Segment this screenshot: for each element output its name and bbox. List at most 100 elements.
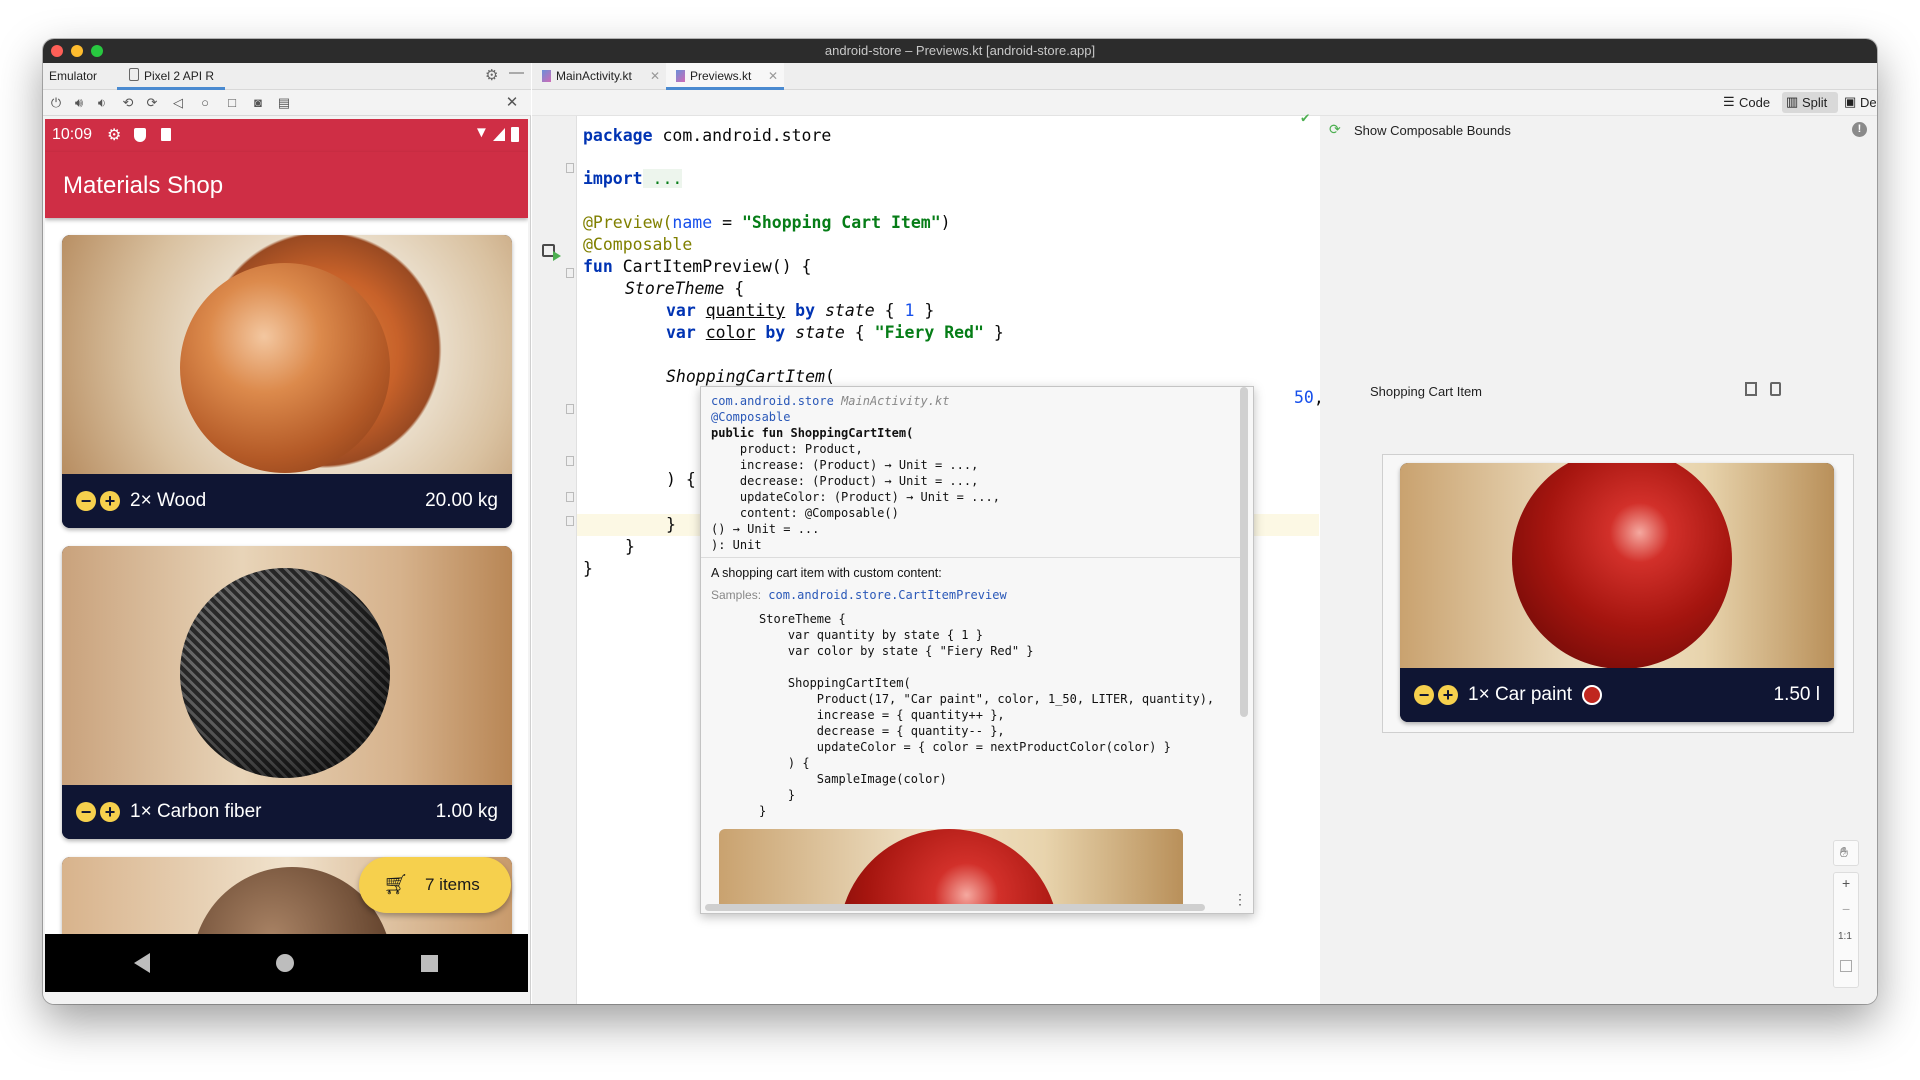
- overview-icon[interactable]: □: [223, 94, 241, 112]
- doc-description: A shopping cart item with custom content…: [711, 566, 942, 580]
- fold-marker[interactable]: [566, 404, 574, 414]
- tab-close-icon[interactable]: ✕: [768, 69, 778, 83]
- doc-sample-line: decrease = { quantity-- },: [759, 724, 1005, 738]
- zoom-to-fit-icon[interactable]: [1840, 960, 1852, 972]
- doc-sample-line: var color by state { "Fiery Red" }: [759, 644, 1034, 658]
- decrease-carbon-button[interactable]: −: [76, 802, 96, 822]
- code-line-fun: fun CartItemPreview() {: [583, 256, 812, 278]
- fold-marker[interactable]: [566, 163, 574, 173]
- folded-imports[interactable]: ...: [642, 169, 683, 188]
- pan-tool-button[interactable]: ✋︎: [1833, 840, 1859, 866]
- wood-item-weight: 20.00 kg: [425, 490, 498, 511]
- deploy-preview-icon[interactable]: [1770, 382, 1781, 396]
- rotate-left-icon[interactable]: ⟲: [119, 94, 137, 112]
- snapshot-icon[interactable]: ▤: [275, 94, 293, 112]
- car-paint-item-bar: − + 1× Car paint 1.50 l: [1400, 668, 1834, 722]
- minimize-window-button[interactable]: [71, 45, 83, 57]
- doc-samples-link[interactable]: com.android.store.CartItemPreview: [768, 588, 1006, 602]
- cart-item-wood: − + 2× Wood 20.00 kg: [62, 235, 512, 528]
- doc-signature-line: product: Product,: [711, 442, 863, 456]
- settings-gear-icon[interactable]: ⚙: [485, 66, 498, 84]
- wifi-icon: ▼: [474, 124, 489, 141]
- code-view-label: Code: [1739, 95, 1771, 110]
- increase-wood-button[interactable]: +: [100, 491, 120, 511]
- zoom-out-icon[interactable]: −: [1842, 901, 1850, 917]
- close-window-button[interactable]: [51, 45, 63, 57]
- keyword: fun: [583, 257, 613, 276]
- volume-up-icon[interactable]: 🔊︎: [70, 94, 88, 112]
- emulator-panel: Emulator Pixel 2 API R ⚙ — ⏻ 🔊︎ 🔉︎ ⟲ ⟳ ◁…: [43, 63, 531, 1004]
- doc-more-options-icon[interactable]: ⋮: [1233, 892, 1247, 908]
- camera-icon[interactable]: ◙: [249, 94, 267, 112]
- tab-mainactivity[interactable]: MainActivity.kt ✕: [532, 63, 666, 90]
- doc-signature-line: ): Unit: [711, 538, 762, 552]
- carbon-sphere: [180, 568, 390, 778]
- nav-home-icon[interactable]: [276, 954, 294, 972]
- home-icon[interactable]: ○: [196, 94, 214, 112]
- minimize-panel-icon[interactable]: —: [509, 64, 524, 81]
- doc-package-link[interactable]: com.android.store: [711, 394, 834, 408]
- fold-marker[interactable]: [566, 516, 574, 526]
- run-gutter-icon[interactable]: [553, 251, 561, 261]
- fold-marker[interactable]: [566, 456, 574, 466]
- tab-close-icon[interactable]: ✕: [650, 69, 660, 83]
- variable-name: color: [705, 323, 756, 342]
- wood-item-name: 2× Wood: [130, 490, 207, 511]
- doc-sample-line: updateColor = { color = nextProductColor…: [759, 740, 1171, 754]
- cart-fab-button[interactable]: 🛒︎ 7 items: [359, 857, 511, 913]
- android-nav-bar: [45, 934, 528, 992]
- preview-cart-item[interactable]: − + 1× Car paint 1.50 l: [1400, 463, 1834, 722]
- back-icon[interactable]: ◁: [169, 94, 187, 112]
- volume-down-icon[interactable]: 🔉︎: [93, 94, 111, 112]
- signal-icon: [493, 128, 505, 141]
- show-bounds-toggle[interactable]: Show Composable Bounds: [1354, 123, 1511, 138]
- settings-status-icon: ⚙: [107, 127, 122, 144]
- annotation: @Composable: [583, 235, 693, 254]
- info-icon[interactable]: !: [1852, 122, 1867, 137]
- increase-carbon-button[interactable]: +: [100, 802, 120, 822]
- emulator-tab-label: Emulator: [49, 69, 98, 83]
- variable-name: quantity: [705, 301, 786, 320]
- quick-documentation-popup[interactable]: com.android.store MainActivity.kt @Compo…: [700, 386, 1254, 914]
- code-text: {: [874, 301, 905, 320]
- zoom-in-icon[interactable]: +: [1842, 875, 1850, 891]
- code-line-close-paren: ) {: [666, 470, 696, 489]
- split-view-button[interactable]: ▥ Split: [1782, 92, 1838, 113]
- number-literal: 50: [1294, 388, 1314, 407]
- nav-recents-icon[interactable]: [421, 955, 438, 972]
- doc-samples-label: Samples:: [711, 588, 762, 602]
- doc-sample-line: }: [759, 804, 767, 818]
- wood-sphere: [180, 263, 390, 473]
- doc-sample-line: var quantity by state { 1 }: [759, 628, 983, 642]
- code-line-storetheme: StoreTheme {: [625, 278, 744, 300]
- decrease-wood-button[interactable]: −: [76, 491, 96, 511]
- doc-horizontal-scrollbar[interactable]: [705, 904, 1205, 911]
- preview-pin-icon[interactable]: [1745, 382, 1757, 396]
- keyword: by: [785, 301, 825, 320]
- device-tab[interactable]: Pixel 2 API R: [144, 69, 214, 83]
- decrease-car-paint-button[interactable]: −: [1414, 685, 1434, 705]
- doc-sample-line: Product(17, "Car paint", color, 1_50, LI…: [759, 692, 1215, 706]
- nav-back-icon[interactable]: [134, 953, 150, 973]
- zoom-window-button[interactable]: [91, 45, 103, 57]
- design-view-button[interactable]: ▣ Design: [1844, 94, 1877, 112]
- color-swatch-button[interactable]: [1582, 685, 1602, 705]
- fold-marker[interactable]: [566, 268, 574, 278]
- tab-previews[interactable]: Previews.kt ✕: [666, 63, 784, 90]
- code-text: {: [844, 323, 875, 342]
- code-view-button[interactable]: ☰ Code: [1723, 94, 1778, 112]
- close-emulator-icon[interactable]: ✕: [503, 94, 521, 112]
- zoom-actual-size-button[interactable]: 1:1: [1838, 931, 1852, 942]
- doc-vertical-scrollbar[interactable]: [1240, 387, 1248, 717]
- power-icon[interactable]: ⏻: [47, 94, 65, 112]
- cart-icon: 🛒︎: [383, 874, 409, 896]
- code-text: {: [724, 279, 745, 298]
- hand-icon: ✋︎: [1840, 844, 1848, 860]
- doc-divider: [701, 557, 1241, 558]
- code-line-import: import ...: [583, 168, 683, 190]
- increase-car-paint-button[interactable]: +: [1438, 685, 1458, 705]
- refresh-icon[interactable]: ⟳: [1329, 121, 1341, 138]
- wood-sphere-image: [62, 235, 512, 474]
- fold-marker[interactable]: [566, 492, 574, 502]
- rotate-right-icon[interactable]: ⟳: [143, 94, 161, 112]
